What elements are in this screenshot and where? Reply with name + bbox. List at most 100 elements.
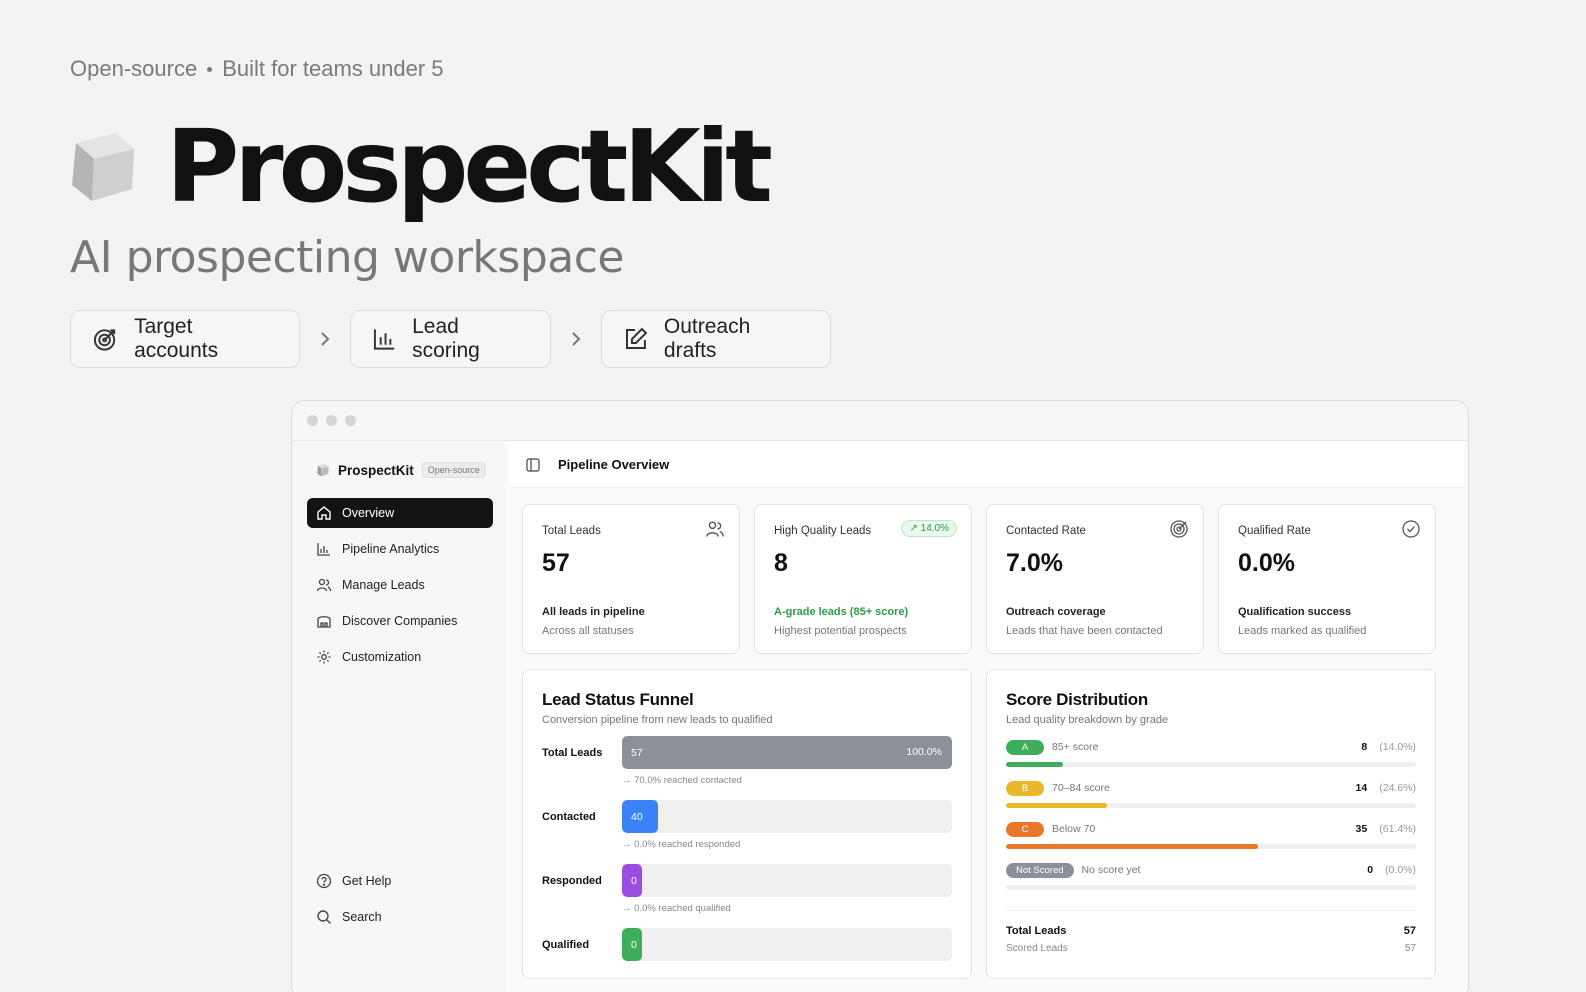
funnel-note-text: 0.0% reached qualified — [634, 903, 731, 914]
sidebar-item-overview[interactable]: Overview — [307, 498, 493, 528]
sidebar-item-pipeline-analytics[interactable]: Pipeline Analytics — [307, 534, 493, 564]
score-row: Not Scored No score yet 0 (0.0%) — [1006, 861, 1416, 890]
tagline-dot — [207, 66, 213, 72]
panel-description: Lead quality breakdown by grade — [1006, 714, 1169, 726]
step-lead-scoring[interactable]: Lead scoring — [350, 310, 551, 368]
topbar: Pipeline Overview — [509, 442, 1464, 488]
grade-label: 85+ score — [1052, 741, 1099, 753]
kpi-label: Qualified Rate — [1238, 525, 1311, 537]
funnel-track: 0 — [622, 928, 952, 961]
kpi-value: 57 — [542, 549, 570, 577]
sidebar-item-label: Customization — [342, 650, 422, 664]
sidebar-item-label: Get Help — [342, 874, 392, 888]
grade-bar-track — [1006, 885, 1416, 890]
funnel-note-text: 70.0% reached contacted — [634, 775, 742, 786]
sidebar-item-label: Pipeline Analytics — [342, 542, 440, 556]
funnel-label: Responded — [542, 874, 602, 887]
funnel-label: Qualified — [542, 938, 590, 951]
sidebar-item-label: Manage Leads — [342, 578, 425, 592]
funnel-conversion-note: → 0.0% reached responded — [622, 839, 952, 852]
grade-percent: (14.0%) — [1379, 741, 1416, 753]
edit-icon — [625, 327, 648, 349]
sidebar-item-search[interactable]: Search — [307, 902, 493, 932]
panel-title: Lead Status Funnel — [542, 690, 694, 709]
kpi-value: 0.0% — [1238, 549, 1295, 577]
funnel-row: Contacted 40 — [542, 800, 952, 833]
cube-logo-icon — [317, 463, 329, 477]
sidebar-item-get-help[interactable]: Get Help — [307, 866, 493, 896]
sidebar-item-discover-companies[interactable]: Discover Companies — [307, 606, 493, 636]
cube-logo-icon — [72, 133, 134, 201]
funnel-bar: 57 — [622, 736, 952, 769]
kpi-card-contacted-rate: Contacted Rate 7.0% Outreach coverage Le… — [986, 504, 1204, 654]
hero-title-row: ProspectKit — [68, 108, 773, 225]
grade-bar — [1006, 803, 1107, 808]
score-row: A 85+ score 8 (14.0%) — [1006, 738, 1416, 767]
panel-description: Conversion pipeline from new leads to qu… — [542, 714, 773, 726]
funnel-value: 0 — [631, 938, 637, 951]
tagline-teams: Built for teams under 5 — [222, 56, 444, 81]
users-icon — [316, 578, 332, 592]
grade-pill: C — [1006, 821, 1044, 837]
sidebar-item-label: Overview — [342, 506, 395, 520]
funnel-rows: Total Leads 57 100.0% → 70.0% reached conta… — [542, 736, 952, 961]
funnel-value: 40 — [631, 810, 643, 823]
funnel-track: 40 — [622, 800, 952, 833]
grade-bar-track — [1006, 803, 1416, 808]
sidebar-toggle-icon[interactable] — [526, 457, 540, 472]
app-window: ProspectKit Open-source Overview Pipelin… — [291, 400, 1469, 992]
funnel-bar: 40 — [622, 800, 659, 833]
kpi-card-high-quality: High Quality Leads 8 A-grade leads (85+ … — [754, 504, 972, 654]
page-title: Pipeline Overview — [558, 457, 670, 472]
scored-leads-value: 57 — [1404, 943, 1416, 954]
grade-percent: (0.0%) — [1385, 864, 1416, 876]
brand-name: ProspectKit — [338, 462, 414, 478]
funnel-track: 57 100.0% — [622, 736, 952, 769]
kpi-subcaption: Highest potential prospects — [774, 625, 907, 637]
total-leads-value: 57 — [1403, 925, 1416, 937]
gear-icon — [317, 650, 331, 664]
kpi-subcaption: Leads marked as qualified — [1238, 625, 1367, 637]
home-icon — [317, 506, 331, 520]
sidebar-item-customization[interactable]: Customization — [307, 642, 493, 672]
total-leads-label: Total Leads — [1006, 925, 1067, 937]
grade-count: 35 — [1355, 823, 1368, 835]
step-outreach-drafts[interactable]: Outreach drafts — [601, 310, 831, 368]
funnel-row: Total Leads 57 100.0% — [542, 736, 952, 769]
hero-title: ProspectKit — [166, 108, 773, 225]
target-icon — [93, 329, 116, 351]
step-target-accounts[interactable]: Target accounts — [70, 310, 300, 368]
score-row: B 70–84 score 14 (24.6%) — [1006, 779, 1416, 808]
search-icon — [317, 910, 331, 924]
funnel-value: 0 — [631, 874, 637, 887]
funnel-conversion-note: → 70.0% reached contacted — [622, 775, 952, 788]
funnel-bar: 0 — [622, 928, 642, 961]
grade-bar-track — [1006, 762, 1416, 767]
grade-count: 14 — [1355, 782, 1368, 794]
window-dot[interactable] — [326, 415, 337, 426]
kpi-label: Total Leads — [542, 525, 601, 537]
funnel-note-text: 0.0% reached responded — [634, 839, 741, 850]
workflow-steps: Target accounts Lead scoring Outreach dr… — [70, 310, 831, 368]
funnel-track: 0 — [622, 864, 952, 897]
grade-label: 70–84 score — [1052, 782, 1110, 794]
hero-tagline: Open-source Built for teams under 5 — [70, 56, 444, 82]
main-content: Pipeline Overview Total Leads 57 All lea… — [505, 442, 1468, 992]
funnel-conversion-note: → 0.0% reached qualified — [622, 903, 952, 916]
sidebar-footer: Get Help Search — [307, 866, 493, 938]
target-icon — [1170, 520, 1188, 538]
kpi-caption: Qualification success — [1238, 606, 1352, 618]
window-dot[interactable] — [307, 415, 318, 426]
arrow-right-icon: → — [622, 775, 635, 786]
sidebar-item-manage-leads[interactable]: Manage Leads — [307, 570, 493, 600]
window-dot[interactable] — [345, 415, 356, 426]
lead-status-funnel: Lead Status Funnel Conversion pipeline f… — [522, 669, 972, 979]
trend-badge-value: 14.0% — [920, 523, 949, 534]
kpi-card-qualified-rate: Qualified Rate 0.0% Qualification succes… — [1218, 504, 1436, 654]
funnel-row: Responded 0 — [542, 864, 952, 897]
trend-badge: ↗ 14.0% — [901, 520, 957, 537]
funnel-percent: 100.0% — [906, 746, 942, 758]
sidebar-brand[interactable]: ProspectKit Open-source — [316, 462, 486, 478]
grade-bar — [1006, 762, 1064, 767]
sidebar-nav: Overview Pipeline Analytics Manage Leads… — [307, 498, 493, 678]
